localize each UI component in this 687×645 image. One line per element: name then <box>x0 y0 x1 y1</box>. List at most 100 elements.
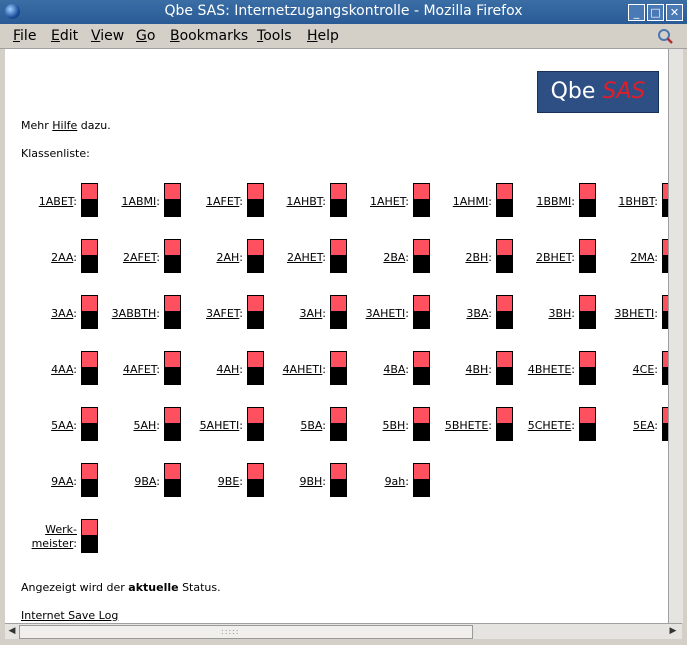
class-link[interactable]: 2BH <box>465 251 488 264</box>
menu-view[interactable]: View <box>91 28 124 44</box>
internet-save-log-link[interactable]: Internet Save Log <box>21 609 118 622</box>
class-entry: 3BA: <box>420 295 513 329</box>
maximize-button[interactable]: □ <box>647 4 664 21</box>
class-link[interactable]: 2BHET <box>536 251 571 264</box>
class-link[interactable]: 1ABET <box>39 195 74 208</box>
class-entry: 1AHMI: <box>420 183 513 217</box>
class-link[interactable]: 5CHETE <box>528 419 572 432</box>
class-entry: 5BH: <box>337 407 430 441</box>
class-list-heading: Klassenliste: <box>21 147 90 160</box>
class-entry: 2MA: <box>586 239 668 273</box>
minimize-button[interactable]: _ <box>628 4 645 21</box>
class-link[interactable]: 2BA <box>383 251 405 264</box>
class-link[interactable]: 9BE <box>218 475 240 488</box>
class-link[interactable]: 9AA <box>51 475 73 488</box>
window-title: Qbe SAS: Internetzugangskontrolle - Mozi… <box>164 3 523 19</box>
class-link[interactable]: 5BA <box>300 419 322 432</box>
class-link[interactable]: 5EA <box>633 419 654 432</box>
class-link[interactable]: 3AFET <box>206 307 239 320</box>
class-link[interactable]: 5AH <box>133 419 156 432</box>
class-entry: 3AA: <box>5 295 98 329</box>
class-entry: 5EA: <box>586 407 668 441</box>
class-link[interactable]: 5BHETE <box>445 419 488 432</box>
qbe-sas-logo: Qbe SAS <box>537 71 659 113</box>
class-entry: 3BHETI: <box>586 295 668 329</box>
class-entry: 1BHBT: <box>586 183 668 217</box>
class-entry: 2BH: <box>420 239 513 273</box>
class-link[interactable]: 3AH <box>299 307 322 320</box>
help-line: Mehr Hilfe dazu. <box>21 119 111 132</box>
class-link[interactable]: 1AHBT <box>286 195 322 208</box>
class-entry: 4AH: <box>171 351 264 385</box>
class-link[interactable]: 2AHET <box>287 251 322 264</box>
menu-file[interactable]: File <box>13 28 36 44</box>
class-entry: 5AA: <box>5 407 98 441</box>
class-entry: 2BHET: <box>503 239 596 273</box>
class-entry: 1ABET: <box>5 183 98 217</box>
class-link[interactable]: 2MA <box>630 251 654 264</box>
menu-edit[interactable]: Edit <box>51 28 78 44</box>
class-link[interactable]: 5AA <box>51 419 73 432</box>
class-entry: 4AFET: <box>88 351 181 385</box>
access-toggle[interactable] <box>81 519 98 553</box>
class-link[interactable]: 4CE <box>633 363 655 376</box>
class-entry: 1AFET: <box>171 183 264 217</box>
vertical-scrollbar[interactable] <box>668 49 683 623</box>
scroll-left-icon[interactable]: ◀ <box>6 625 18 637</box>
scroll-right-icon[interactable]: ▶ <box>667 625 679 637</box>
class-entry: 1BBMI: <box>503 183 596 217</box>
scroll-thumb[interactable] <box>19 625 473 639</box>
horizontal-scrollbar[interactable]: ◀ ::::: ▶ <box>5 623 682 639</box>
class-link[interactable]: 1BHBT <box>618 195 654 208</box>
class-entry: 4AHETI: <box>254 351 347 385</box>
class-entry: 4BA: <box>337 351 430 385</box>
class-entry: 9ah: <box>337 463 430 497</box>
class-link[interactable]: 4BHETE <box>528 363 571 376</box>
class-link[interactable]: 1AFET <box>206 195 239 208</box>
class-link[interactable]: 4AH <box>216 363 239 376</box>
help-link[interactable]: Hilfe <box>52 119 77 132</box>
class-link[interactable]: 1AHET <box>370 195 405 208</box>
class-link[interactable]: 5BH <box>382 419 405 432</box>
access-toggle[interactable] <box>413 463 430 497</box>
class-entry: 3AFET: <box>171 295 264 329</box>
class-link[interactable]: 3AHETI <box>366 307 406 320</box>
class-link[interactable]: 3AA <box>51 307 73 320</box>
class-link[interactable]: 2AFET <box>123 251 156 264</box>
class-entry: 4BHETE: <box>503 351 596 385</box>
class-link[interactable]: 1AHMI <box>453 195 489 208</box>
class-link[interactable]: 9BH <box>299 475 322 488</box>
menu-tools[interactable]: Tools <box>257 28 292 44</box>
class-link[interactable]: 1ABMI <box>121 195 156 208</box>
class-entry: 9BH: <box>254 463 347 497</box>
class-entry: 2BA: <box>337 239 430 273</box>
class-entry: 1AHET: <box>337 183 430 217</box>
class-link[interactable]: 2AH <box>216 251 239 264</box>
menu-help[interactable]: Help <box>307 28 339 44</box>
class-link[interactable]: 4AFET <box>123 363 156 376</box>
throbber-icon <box>658 29 673 44</box>
class-entry: 5BHETE: <box>420 407 513 441</box>
class-link[interactable]: 3BHETI <box>615 307 655 320</box>
menu-go[interactable]: Go <box>136 28 155 44</box>
class-link[interactable]: 4BA <box>383 363 405 376</box>
class-link[interactable]: 3BA <box>466 307 488 320</box>
menu-bar: File Edit View Go Bookmarks Tools Help <box>0 24 687 49</box>
class-link[interactable]: 3ABBTH <box>112 307 157 320</box>
class-link[interactable]: 1BBMI <box>536 195 571 208</box>
class-link[interactable]: 3BH <box>548 307 571 320</box>
werkmeister-link[interactable]: Werk-meister <box>32 523 77 550</box>
class-link[interactable]: 2AA <box>51 251 73 264</box>
class-link[interactable]: 9ah <box>385 475 406 488</box>
class-entry: 5AHETI: <box>171 407 264 441</box>
class-link[interactable]: 5AHETI <box>200 419 240 432</box>
class-entry: 5AH: <box>88 407 181 441</box>
class-link[interactable]: 9BA <box>134 475 156 488</box>
class-link[interactable]: 4AA <box>51 363 73 376</box>
class-entry: 5CHETE: <box>503 407 596 441</box>
close-button[interactable]: ✕ <box>666 4 683 21</box>
class-link[interactable]: 4BH <box>465 363 488 376</box>
menu-bookmarks[interactable]: Bookmarks <box>170 28 248 44</box>
class-entry: 5BA: <box>254 407 347 441</box>
class-link[interactable]: 4AHETI <box>283 363 323 376</box>
